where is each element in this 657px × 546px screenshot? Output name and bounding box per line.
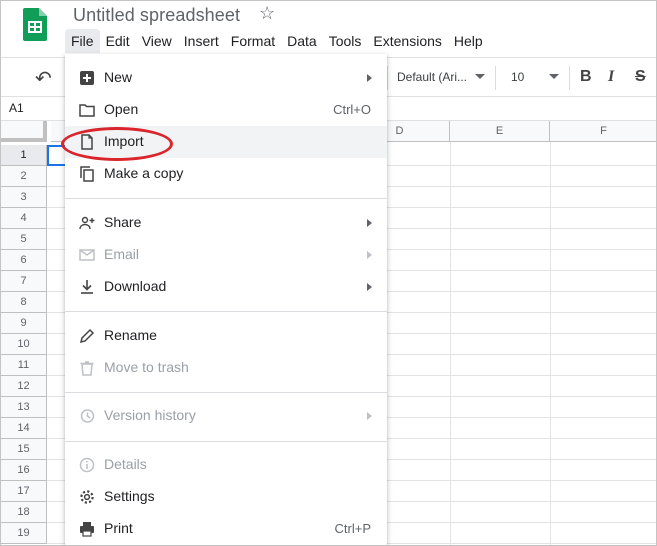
menu-extensions[interactable]: Extensions <box>367 29 447 53</box>
gear-icon <box>80 490 94 504</box>
trash-icon <box>80 361 94 376</box>
row-header[interactable]: 15 <box>1 439 47 460</box>
menu-insert[interactable]: Insert <box>178 29 225 53</box>
download-icon <box>81 280 93 294</box>
row-header[interactable]: 6 <box>1 250 47 271</box>
menu-item-label: Download <box>104 278 167 294</box>
menu-item-version-history[interactable]: Version history <box>65 400 387 432</box>
star-icon[interactable]: ☆ <box>259 3 275 24</box>
highlight-circle <box>61 127 173 161</box>
row-header[interactable]: 16 <box>1 460 47 481</box>
italic-button[interactable]: I <box>608 68 614 86</box>
shortcut-text: Ctrl+P <box>334 521 371 536</box>
menu-item-label: Print <box>104 520 133 536</box>
font-family-select[interactable]: Default (Ari... <box>397 70 467 84</box>
row-header[interactable]: 5 <box>1 229 47 250</box>
info-icon <box>79 457 95 473</box>
menu-data[interactable]: Data <box>281 29 323 53</box>
column-header-f[interactable]: F <box>550 121 656 142</box>
copy-icon <box>80 166 94 182</box>
toolbar-divider <box>569 66 570 90</box>
menu-item-label: Version history <box>104 407 196 423</box>
submenu-arrow-icon <box>367 74 372 82</box>
menu-item-label: Rename <box>104 327 157 343</box>
row-header[interactable]: 2 <box>1 166 47 187</box>
submenu-arrow-icon <box>367 283 372 291</box>
grid-line <box>550 142 551 545</box>
folder-icon <box>79 104 95 117</box>
column-header-e[interactable]: E <box>450 121 550 142</box>
printer-icon <box>80 522 94 537</box>
grid-line <box>450 142 451 545</box>
person-add-icon <box>79 216 95 230</box>
menu-file[interactable]: File <box>65 29 100 53</box>
menu-item-print[interactable]: Print Ctrl+P <box>65 513 387 545</box>
sheets-logo-icon[interactable] <box>23 8 47 41</box>
menu-tools[interactable]: Tools <box>323 29 368 53</box>
menu-item-new[interactable]: New <box>65 62 387 94</box>
menu-item-label: Make a copy <box>104 165 184 181</box>
history-icon <box>80 409 95 423</box>
undo-icon[interactable]: ↶ <box>35 66 52 91</box>
row-header[interactable]: 8 <box>1 292 47 313</box>
submenu-arrow-icon <box>367 219 372 227</box>
strikethrough-button[interactable]: S <box>635 68 646 86</box>
row-header[interactable]: 14 <box>1 418 47 439</box>
row-header[interactable]: 18 <box>1 502 47 523</box>
row-header[interactable]: 7 <box>1 271 47 292</box>
menu-item-label: Share <box>104 214 142 230</box>
row-header[interactable]: 3 <box>1 187 47 208</box>
new-icon <box>80 71 94 85</box>
menu-view[interactable]: View <box>136 29 178 53</box>
chevron-down-icon[interactable] <box>475 74 485 79</box>
menu-bar: File Edit View Insert Format Data Tools … <box>65 29 489 53</box>
menu-divider <box>65 441 387 442</box>
row-header[interactable]: 4 <box>1 208 47 229</box>
menu-item-open[interactable]: Open Ctrl+O <box>65 94 387 126</box>
menu-edit[interactable]: Edit <box>100 29 136 53</box>
menu-item-label: New <box>104 69 133 85</box>
row-header[interactable]: 12 <box>1 376 47 397</box>
menu-divider <box>65 198 387 199</box>
menu-item-settings[interactable]: Settings <box>65 481 387 513</box>
email-icon <box>79 249 95 261</box>
chevron-down-icon[interactable] <box>549 74 559 79</box>
pencil-icon <box>79 328 95 344</box>
menu-item-details[interactable]: Details <box>65 449 387 481</box>
row-header[interactable]: 11 <box>1 355 47 376</box>
font-size-select[interactable]: 10 <box>511 70 524 84</box>
row-header[interactable]: 13 <box>1 397 47 418</box>
menu-item-move-to-trash[interactable]: Move to trash <box>65 352 387 384</box>
submenu-arrow-icon <box>367 251 372 259</box>
bold-button[interactable]: B <box>580 68 592 86</box>
row-header[interactable]: 9 <box>1 313 47 334</box>
toolbar-divider <box>387 66 388 90</box>
menu-item-label: Move to trash <box>104 359 189 375</box>
menu-divider <box>65 311 387 312</box>
menu-help[interactable]: Help <box>448 29 489 53</box>
menu-item-label: Email <box>104 246 140 262</box>
app-window: Untitled spreadsheet ☆ File Edit View In… <box>0 0 657 546</box>
shortcut-text: Ctrl+O <box>333 102 371 117</box>
submenu-arrow-icon <box>367 412 372 420</box>
name-box[interactable]: A1 <box>9 101 24 115</box>
menu-item-download[interactable]: Download <box>65 271 387 303</box>
menu-item-label: Details <box>104 456 147 472</box>
menu-item-make-a-copy[interactable]: Make a copy <box>65 158 387 190</box>
select-all-corner[interactable] <box>1 121 47 142</box>
menu-item-label: Open <box>104 101 139 117</box>
menu-item-share[interactable]: Share <box>65 207 387 239</box>
menu-item-email[interactable]: Email <box>65 239 387 271</box>
row-header[interactable]: 19 <box>1 523 47 544</box>
row-header[interactable]: 1 <box>1 145 47 166</box>
menu-item-label: Settings <box>104 488 155 504</box>
menu-format[interactable]: Format <box>225 29 281 53</box>
document-title[interactable]: Untitled spreadsheet <box>73 5 240 26</box>
row-header[interactable]: 10 <box>1 334 47 355</box>
menu-item-rename[interactable]: Rename <box>65 320 387 352</box>
row-header[interactable]: 17 <box>1 481 47 502</box>
toolbar-divider <box>495 66 496 90</box>
menu-divider <box>65 392 387 393</box>
